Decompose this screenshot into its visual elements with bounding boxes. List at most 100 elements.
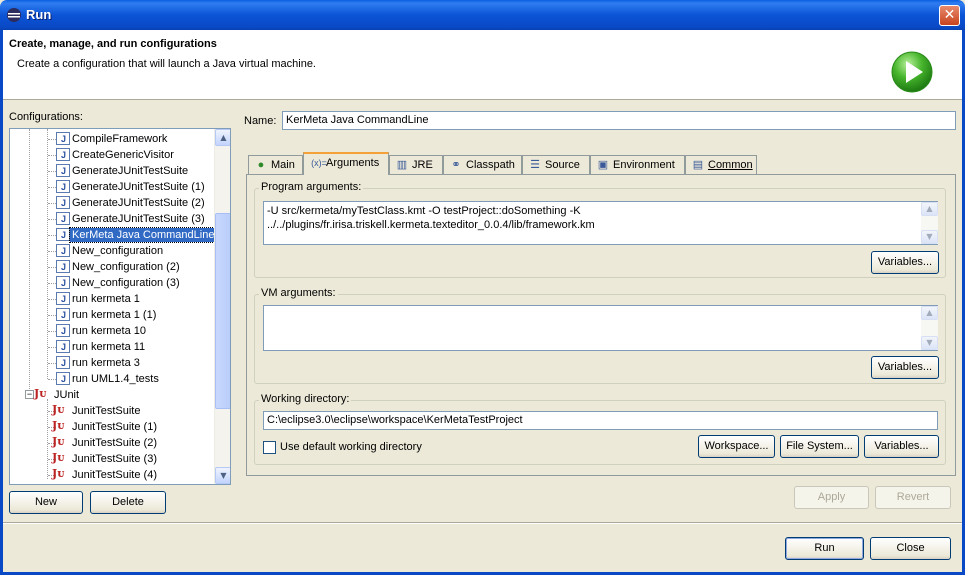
tree-item-java-config[interactable]: CreateGenericVisitor (10, 147, 210, 163)
tab-main[interactable]: ● Main (248, 155, 303, 175)
vm-variables-button[interactable]: Variables... (871, 356, 939, 379)
scroll-down-icon[interactable]: ▼ (921, 230, 938, 244)
tree-item-junit-config[interactable]: Jᴜ JunitTestSuite (2) (10, 435, 210, 451)
program-arguments-scrollbar[interactable]: ▲ ▼ (921, 202, 938, 244)
scroll-up-icon[interactable]: ▲ (215, 129, 230, 146)
program-arguments-input[interactable]: -U src/kermeta/myTestClass.kmt -O testPr… (263, 201, 938, 245)
java-application-icon (56, 308, 70, 322)
tree-item-junit-config[interactable]: Jᴜ JunitTestSuite (4) (10, 467, 210, 483)
source-icon: ☰ (530, 159, 540, 171)
tab-label: JRE (412, 159, 433, 171)
collapse-icon[interactable]: − (25, 390, 34, 399)
scroll-down-icon[interactable]: ▼ (215, 467, 230, 484)
tree-scrollbar[interactable]: ▲ ▼ (214, 129, 230, 484)
file-system-button[interactable]: File System... (780, 435, 859, 458)
tree-item-label: KerMeta Java CommandLine (68, 227, 218, 243)
tree-item-label: GenerateJUnitTestSuite (3) (72, 213, 205, 225)
tab-arguments[interactable]: (x)= Arguments (303, 152, 389, 175)
java-application-icon (56, 324, 70, 338)
tree-item-label: JunitTestSuite (4) (72, 469, 157, 481)
tree-item-java-config[interactable]: GenerateJUnitTestSuite (1) (10, 179, 210, 195)
tab-label: Classpath (466, 159, 515, 171)
tree-guide-line (47, 399, 48, 479)
name-label: Name: (244, 115, 277, 127)
tab-classpath[interactable]: ⚭ Classpath (443, 155, 522, 175)
tree-item-java-config[interactable]: GenerateJUnitTestSuite (2) (10, 195, 210, 211)
tab-source[interactable]: ☰ Source (522, 155, 590, 175)
window-title: Run (26, 7, 52, 22)
use-default-directory-checkbox[interactable] (263, 441, 276, 454)
footer-separator (3, 522, 962, 524)
tab-environment[interactable]: ▣ Environment (590, 155, 685, 175)
java-application-icon (56, 180, 70, 194)
tree-item-junit-config[interactable]: Jᴜ JunitTestSuite (10, 403, 210, 419)
tree-item-label: CompileFramework (72, 133, 168, 145)
program-variables-button[interactable]: Variables... (871, 251, 939, 274)
run-logo-icon (891, 51, 933, 93)
tree-item-label: New_configuration (72, 245, 164, 257)
tree-item-java-config[interactable]: run kermeta 11 (10, 339, 210, 355)
working-directory-label: Working directory: (259, 393, 352, 405)
classpath-icon: ⚭ (451, 159, 461, 171)
tab-jre[interactable]: ▥ JRE (389, 155, 443, 175)
junit-icon: Jᴜ (34, 387, 47, 400)
tree-item-java-config[interactable]: New_configuration (2) (10, 259, 210, 275)
close-window-button[interactable]: ✕ (939, 5, 960, 26)
environment-icon: ▣ (597, 159, 609, 171)
tree-item-label: JunitTestSuite (72, 405, 141, 417)
program-arguments-label: Program arguments: (259, 181, 364, 193)
tree-item-java-config[interactable]: GenerateJUnitTestSuite (10, 163, 210, 179)
vm-arguments-scrollbar[interactable]: ▲ ▼ (921, 306, 938, 350)
scroll-down-icon[interactable]: ▼ (921, 336, 938, 350)
revert-button[interactable]: Revert (875, 486, 951, 509)
tree-item-java-config[interactable]: New_configuration (3) (10, 275, 210, 291)
apply-button[interactable]: Apply (794, 486, 869, 509)
tree-item-junit[interactable]: − Jᴜ JUnit (10, 387, 210, 403)
delete-button[interactable]: Delete (90, 491, 166, 514)
tree-item-junit-config[interactable]: Jᴜ JunitTestSuite (1) (10, 419, 210, 435)
common-icon: ▤ (692, 159, 704, 171)
dialog-header: Create, manage, and run configurations C… (3, 30, 962, 100)
junit-test-icon: Jᴜ (52, 419, 65, 432)
eclipse-icon (7, 8, 21, 22)
tree-item-label: run kermeta 11 (72, 341, 146, 353)
workspace-button[interactable]: Workspace... (698, 435, 775, 458)
tree-item-java-config[interactable]: run kermeta 3 (10, 355, 210, 371)
working-dir-variables-button[interactable]: Variables... (864, 435, 939, 458)
tab-label: Main (271, 159, 295, 171)
tree-item-java-config[interactable]: run UML1.4_tests (10, 371, 210, 387)
tab-common[interactable]: ▤ Common (685, 155, 757, 175)
scroll-up-icon[interactable]: ▲ (921, 202, 938, 216)
tree-item-junit-config[interactable]: Jᴜ JunitTestSuite (3) (10, 451, 210, 467)
name-input[interactable]: KerMeta Java CommandLine (282, 111, 956, 130)
vm-arguments-input[interactable] (263, 305, 938, 351)
tree-item-label: run kermeta 3 (72, 357, 140, 369)
tree-item-java-config[interactable]: GenerateJUnitTestSuite (3) (10, 211, 210, 227)
junit-test-icon: Jᴜ (52, 403, 65, 416)
new-button[interactable]: New (9, 491, 83, 514)
tree-item-label: run kermeta 1 (72, 293, 140, 305)
scroll-thumb[interactable] (215, 213, 230, 409)
run-button[interactable]: Run (785, 537, 864, 560)
configurations-tree[interactable]: CompileFramework CreateGenericVisitor Ge… (9, 128, 231, 485)
tree-item-java-config[interactable]: run kermeta 1 (1) (10, 307, 210, 323)
configurations-label: Configurations: (9, 111, 83, 123)
tree-item-label: JunitTestSuite (2) (72, 437, 157, 449)
tree-item-label: GenerateJUnitTestSuite (2) (72, 197, 205, 209)
arguments-tab-panel: Program arguments: -U src/kermeta/myTest… (246, 174, 956, 476)
scroll-up-icon[interactable]: ▲ (921, 306, 938, 320)
java-application-icon (56, 260, 70, 274)
title-bar: Run ✕ (0, 0, 965, 30)
tree-item-java-config[interactable]: run kermeta 1 (10, 291, 210, 307)
tree-item-label: GenerateJUnitTestSuite (1) (72, 181, 205, 193)
tree-item-java-config[interactable]: CompileFramework (10, 131, 210, 147)
tree-item-java-config[interactable]: New_configuration (10, 243, 210, 259)
tab-label: Source (545, 159, 580, 171)
tree-item-label: JUnit (54, 389, 80, 401)
tree-item-java-config[interactable]: KerMeta Java CommandLine (10, 227, 218, 243)
tree-item-label: CreateGenericVisitor (72, 149, 174, 161)
tree-item-java-config[interactable]: run kermeta 10 (10, 323, 210, 339)
close-button[interactable]: Close (870, 537, 951, 560)
working-directory-input[interactable]: C:\eclipse3.0\eclipse\workspace\KerMetaT… (263, 411, 938, 430)
tree-item-label: New_configuration (3) (72, 277, 180, 289)
